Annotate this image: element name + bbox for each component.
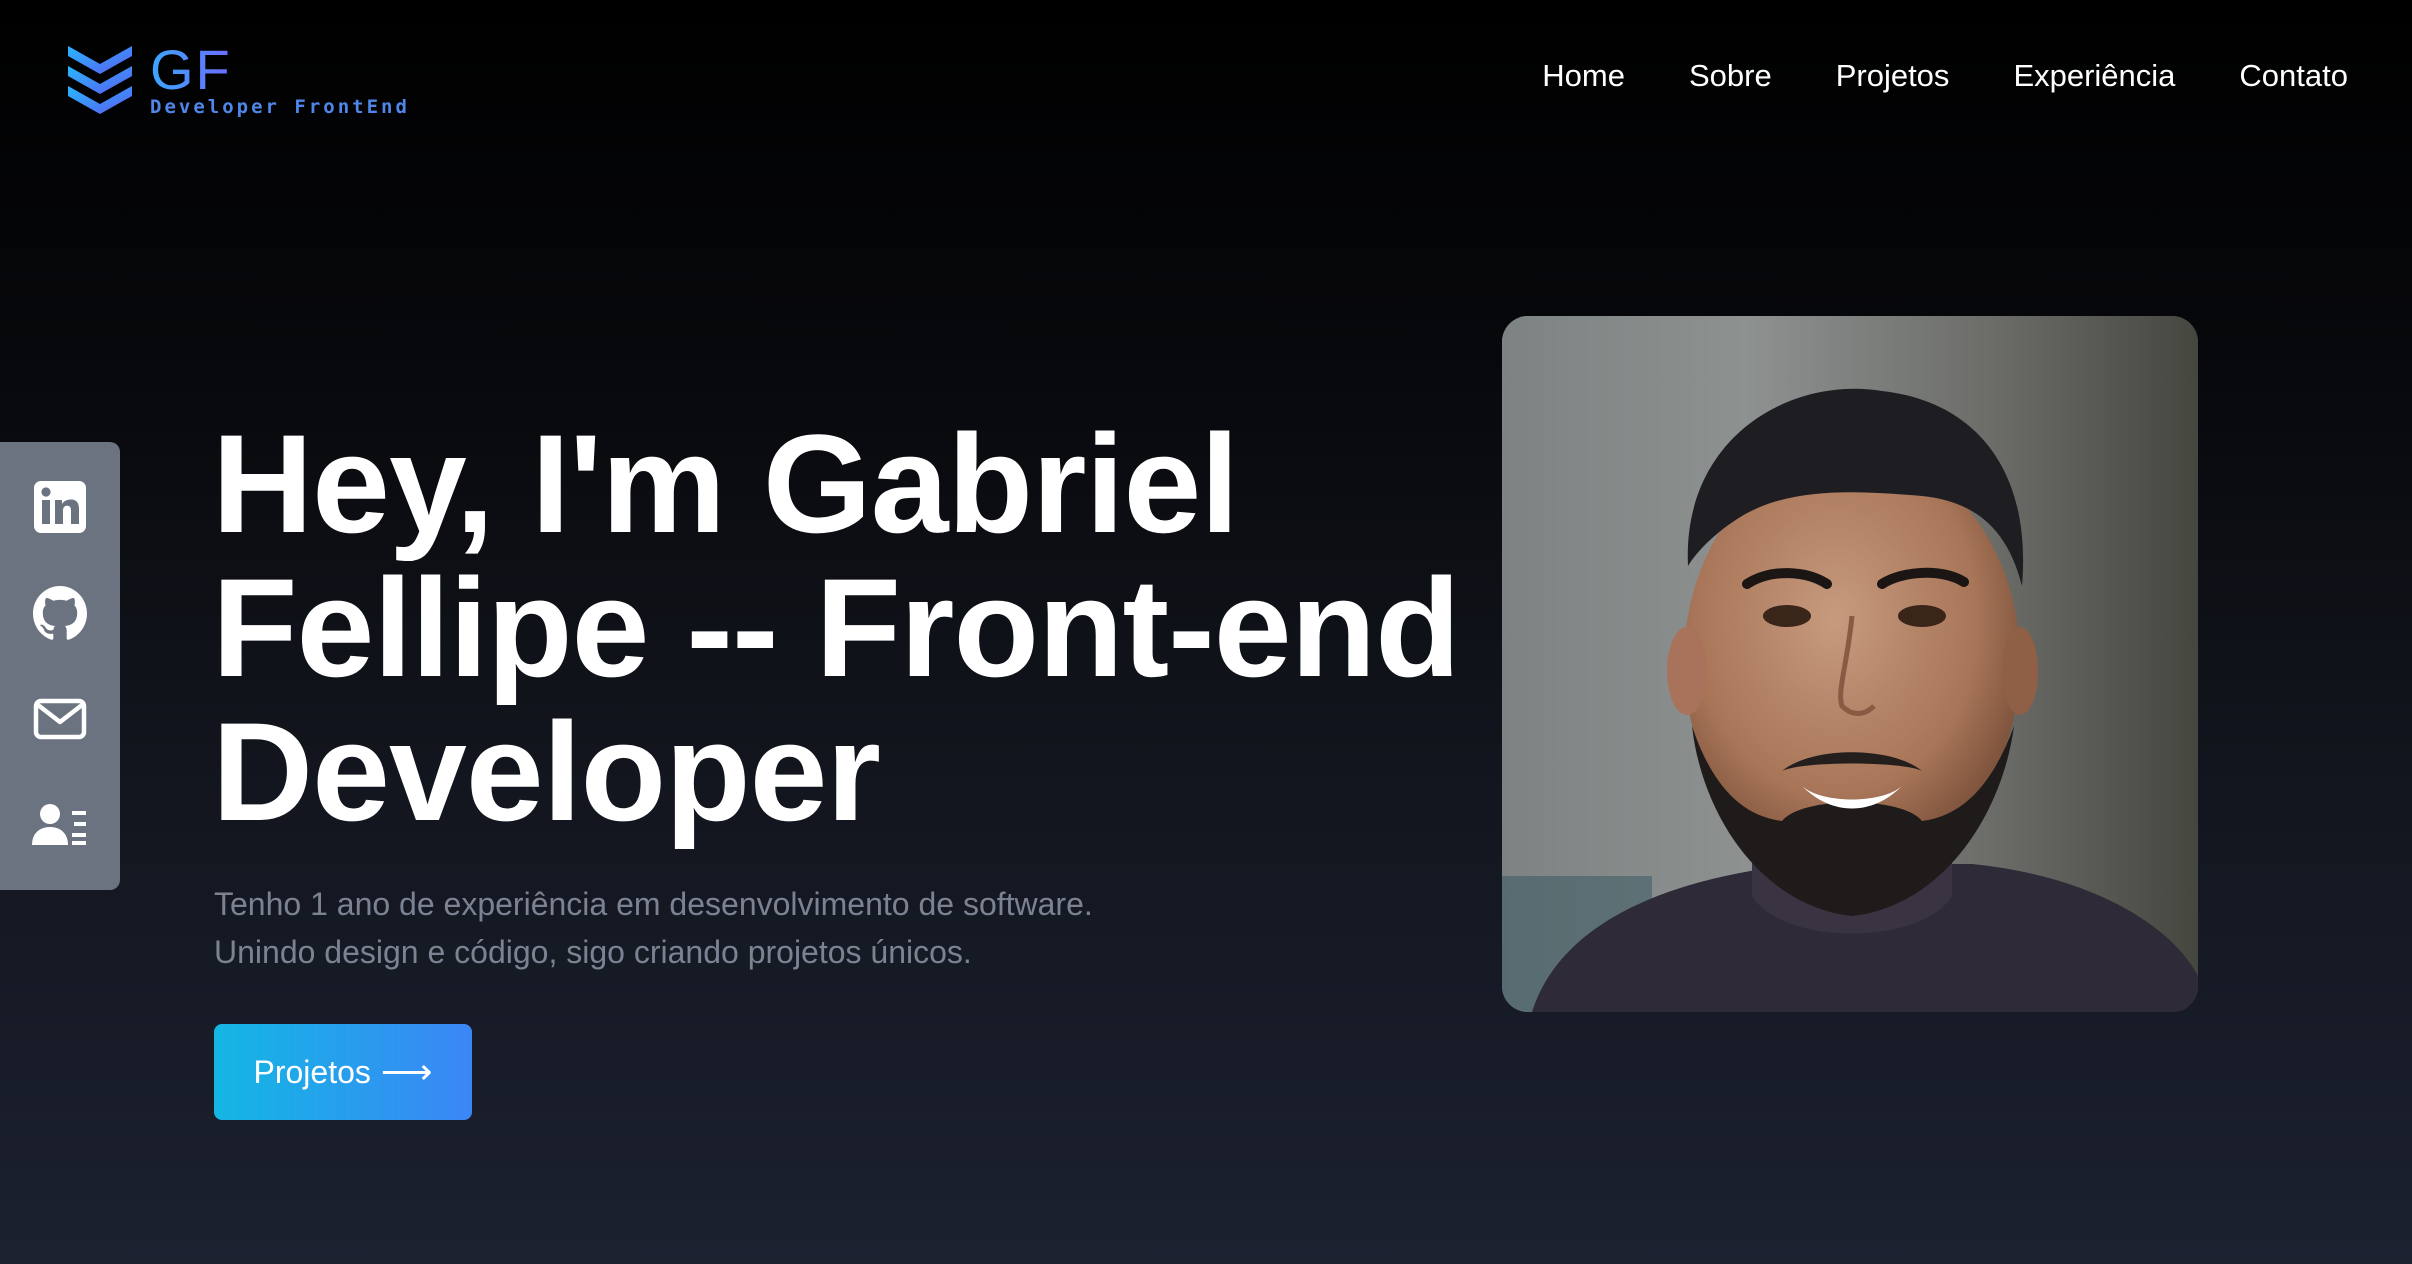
arrow-right-icon: ⟶ — [380, 1051, 433, 1092]
logo-initials: GF — [150, 38, 232, 101]
site-header: GF Developer FrontEnd Home Sobre Projeto… — [0, 0, 2412, 160]
linkedin-icon — [34, 481, 86, 533]
profile-photo — [1502, 316, 2198, 1012]
main-nav: Home Sobre Projetos Experiência Contato — [1542, 56, 2348, 96]
logo[interactable]: GF Developer FrontEnd — [66, 38, 407, 126]
hero-description: Tenho 1 ano de experiência em desenvolvi… — [214, 880, 1414, 976]
logo-tagline: Developer FrontEnd — [150, 96, 410, 118]
hero-description-line: Unindo design e código, sigo criando pro… — [214, 934, 972, 970]
nav-item-sobre[interactable]: Sobre — [1689, 56, 1772, 96]
projetos-button[interactable]: Projetos ⟶ — [214, 1024, 472, 1120]
nav-item-experiencia[interactable]: Experiência — [2013, 56, 2175, 96]
nav-item-projetos[interactable]: Projetos — [1836, 56, 1950, 96]
hero-title-line: Fellipe -- Front-end — [212, 549, 1461, 706]
contact-card-link[interactable] — [28, 793, 92, 857]
linkedin-link[interactable] — [28, 475, 92, 539]
mail-link[interactable] — [28, 687, 92, 751]
hero-title-line: Hey, I'm Gabriel — [212, 405, 1239, 562]
profile-photo-illustration — [1502, 316, 2198, 1012]
nav-item-contato[interactable]: Contato — [2239, 56, 2348, 96]
social-sidebar — [0, 442, 120, 890]
github-icon — [33, 586, 87, 640]
stacked-chevrons-logo-icon — [68, 46, 132, 114]
hero-title-line: Developer — [212, 693, 881, 850]
hero-description-line: Tenho 1 ano de experiência em desenvolvi… — [214, 886, 1093, 922]
contact-card-icon — [32, 804, 86, 845]
projetos-button-label: Projetos — [253, 1053, 371, 1090]
github-link[interactable] — [28, 581, 92, 645]
mail-icon — [33, 698, 87, 740]
hero-title: Hey, I'm Gabriel Fellipe -- Front-end De… — [212, 412, 1512, 844]
nav-item-home[interactable]: Home — [1542, 56, 1625, 96]
